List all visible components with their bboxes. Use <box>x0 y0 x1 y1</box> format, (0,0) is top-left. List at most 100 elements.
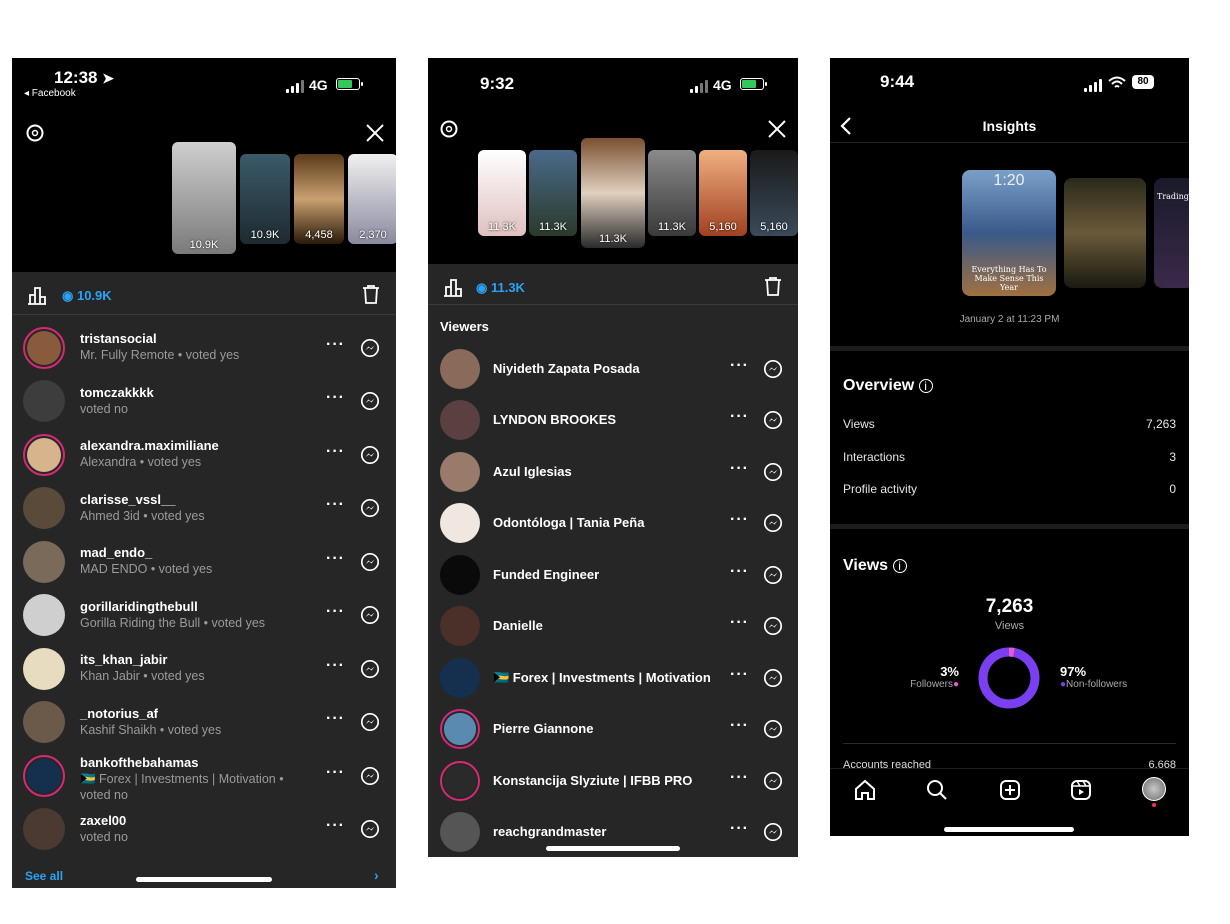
viewer-row[interactable]: _notorius_af Kashif Shaikh • voted yes ··· <box>12 696 396 750</box>
story-thumbnail[interactable]: 11.3K <box>478 150 526 236</box>
more-options-icon[interactable]: ··· <box>730 357 749 375</box>
viewer-username[interactable]: Niyideth Zapata Posada <box>493 361 640 376</box>
avatar[interactable] <box>440 503 480 544</box>
messenger-icon[interactable] <box>763 513 783 533</box>
messenger-icon[interactable] <box>763 771 783 791</box>
messenger-icon[interactable] <box>763 616 783 636</box>
story-thumbnail[interactable]: 4,458 <box>294 154 344 244</box>
avatar[interactable] <box>23 487 65 530</box>
delete-trash-icon[interactable] <box>360 283 382 305</box>
viewers-tab[interactable]: ◉ 10.9K <box>62 288 112 304</box>
avatar[interactable] <box>23 808 65 851</box>
story-thumbnail[interactable]: 11.3K <box>648 150 696 236</box>
avatar[interactable] <box>23 540 65 583</box>
viewer-username[interactable]: tomczakkkk <box>80 385 154 400</box>
profile-avatar[interactable] <box>1142 777 1166 801</box>
avatar[interactable] <box>440 760 480 801</box>
avatar[interactable] <box>440 606 480 647</box>
more-options-icon[interactable]: ··· <box>730 511 749 529</box>
story-preview-card[interactable]: 1:20 Everything Has To Make Sense This Y… <box>962 170 1056 296</box>
viewer-username[interactable]: Odontóloga | Tania Peña <box>493 515 644 530</box>
info-icon[interactable]: i <box>892 559 907 573</box>
more-options-icon[interactable]: ··· <box>730 666 749 684</box>
more-options-icon[interactable]: ··· <box>730 563 749 581</box>
messenger-icon[interactable] <box>360 498 380 518</box>
settings-gear-icon[interactable] <box>24 122 46 144</box>
close-icon[interactable] <box>364 122 386 144</box>
close-icon[interactable] <box>766 118 788 140</box>
avatar[interactable] <box>440 554 480 595</box>
more-options-icon[interactable]: ··· <box>326 764 345 782</box>
messenger-icon[interactable] <box>763 462 783 482</box>
viewer-row[interactable]: Niyideth Zapata Posada ··· <box>428 343 798 395</box>
insights-chart-icon[interactable] <box>26 284 48 306</box>
avatar[interactable] <box>23 701 65 744</box>
viewer-row[interactable]: Azul Iglesias ··· <box>428 446 798 498</box>
viewer-row[interactable]: Odontóloga | Tania Peña ··· <box>428 498 798 550</box>
messenger-icon[interactable] <box>360 659 380 679</box>
viewer-username[interactable]: reachgrandmaster <box>493 824 606 839</box>
viewer-username[interactable]: Pierre Giannone <box>493 721 593 736</box>
more-options-icon[interactable]: ··· <box>730 769 749 787</box>
avatar[interactable] <box>440 400 480 441</box>
avatar[interactable] <box>440 451 480 492</box>
viewer-username[interactable]: LYNDON BROOKES <box>493 412 616 427</box>
messenger-icon[interactable] <box>763 668 783 688</box>
viewer-username[interactable]: its_khan_jabir <box>80 652 167 667</box>
viewer-username[interactable]: Funded Engineer <box>493 567 599 582</box>
avatar[interactable] <box>440 348 480 389</box>
settings-gear-icon[interactable] <box>438 118 460 140</box>
story-thumbnail-selected[interactable]: 10.9K <box>172 142 236 254</box>
avatar[interactable] <box>23 380 65 423</box>
viewer-username[interactable]: zaxel00 <box>80 813 126 828</box>
viewer-username[interactable]: tristansocial <box>80 331 157 346</box>
viewer-username[interactable]: bankofthebahamas <box>80 755 198 770</box>
see-all-link[interactable]: See all <box>25 869 63 883</box>
viewer-username[interactable]: Konstancija Slyziute | IFBB PRO <box>493 773 692 788</box>
messenger-icon[interactable] <box>763 410 783 430</box>
avatar[interactable] <box>23 594 65 637</box>
viewer-username[interactable]: gorillaridingthebull <box>80 599 198 614</box>
avatar[interactable] <box>440 657 480 698</box>
viewer-row[interactable]: tomczakkkk voted no ··· <box>12 375 396 429</box>
messenger-icon[interactable] <box>360 552 380 572</box>
chevron-right-icon[interactable]: › <box>374 867 379 883</box>
story-thumbnail[interactable]: 5,160 <box>699 150 747 236</box>
viewer-row[interactable]: bankofthebahamas 🇧🇸 Forex | Investments |… <box>12 749 396 803</box>
story-thumbnail[interactable]: 2,370 <box>348 154 396 244</box>
delete-trash-icon[interactable] <box>762 275 784 297</box>
story-thumbnail-selected[interactable]: 11.3K <box>581 138 645 248</box>
more-options-icon[interactable]: ··· <box>326 443 345 461</box>
messenger-icon[interactable] <box>763 359 783 379</box>
viewer-row[interactable]: clarisse_vssl__ Ahmed 3id • voted yes ··· <box>12 482 396 536</box>
viewer-username[interactable]: _notorius_af <box>80 706 158 721</box>
messenger-icon[interactable] <box>360 819 380 839</box>
story-thumbnail[interactable]: 10.9K <box>240 154 290 244</box>
story-thumbnail[interactable]: 11.3K <box>529 150 577 236</box>
more-options-icon[interactable]: ··· <box>730 614 749 632</box>
insights-chart-icon[interactable] <box>442 276 464 298</box>
avatar[interactable] <box>23 754 65 797</box>
avatar[interactable] <box>23 433 65 476</box>
viewer-username[interactable]: mad_endo_ <box>80 545 152 560</box>
messenger-icon[interactable] <box>360 766 380 786</box>
more-options-icon[interactable]: ··· <box>326 389 345 407</box>
viewer-row[interactable]: Konstancija Slyziute | IFBB PRO ··· <box>428 755 798 807</box>
reels-icon[interactable] <box>1069 778 1093 802</box>
story-thumbnail[interactable] <box>1064 178 1146 288</box>
home-icon[interactable] <box>853 778 877 802</box>
messenger-icon[interactable] <box>763 822 783 842</box>
viewer-row[interactable]: alexandra.maximiliane Alexandra • voted y… <box>12 428 396 482</box>
viewer-row[interactable]: mad_endo_ MAD ENDO • voted yes ··· <box>12 535 396 589</box>
messenger-icon[interactable] <box>360 391 380 411</box>
more-options-icon[interactable]: ··· <box>326 496 345 514</box>
more-options-icon[interactable]: ··· <box>730 408 749 426</box>
viewer-row[interactable]: Pierre Giannone ··· <box>428 704 798 756</box>
viewers-tab[interactable]: ◉ 11.3K <box>476 280 525 296</box>
viewer-username[interactable]: 🇧🇸 Forex | Investments | Motivation <box>493 670 711 686</box>
messenger-icon[interactable] <box>360 605 380 625</box>
more-options-icon[interactable]: ··· <box>326 603 345 621</box>
info-icon[interactable]: i <box>918 379 933 393</box>
search-icon[interactable] <box>925 778 949 802</box>
viewer-username[interactable]: Azul Iglesias <box>493 464 572 479</box>
